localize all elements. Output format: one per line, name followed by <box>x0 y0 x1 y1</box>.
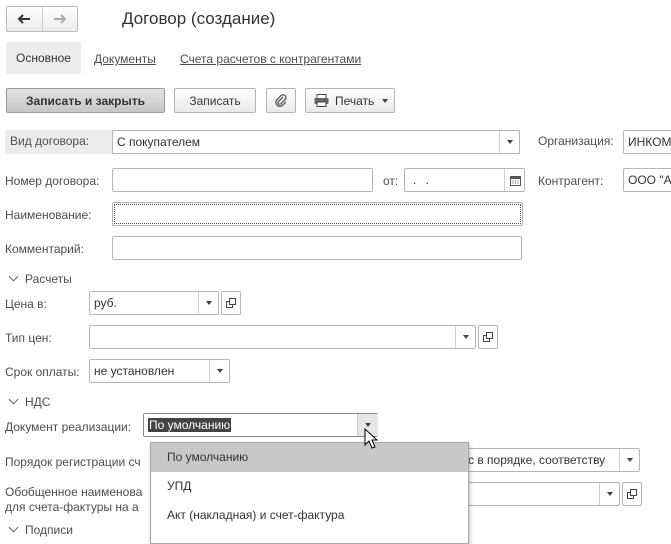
dropdown-option-upd[interactable]: УПД <box>151 472 468 501</box>
payment-term-dropdown-button[interactable] <box>209 360 230 382</box>
forward-button[interactable] <box>41 7 78 31</box>
price-type-dropdown-button[interactable] <box>455 326 476 348</box>
name-input[interactable] <box>112 202 523 226</box>
price-type-select[interactable] <box>89 325 476 349</box>
date-input[interactable]: . . <box>404 168 525 192</box>
open-window-icon <box>226 298 236 308</box>
chevron-down-icon <box>365 423 371 427</box>
chevron-down-icon <box>607 492 613 496</box>
contract-number-label: Номер договора: <box>5 174 100 188</box>
chevron-down-icon <box>382 98 389 103</box>
date-value: . . <box>413 173 433 187</box>
chevron-down-icon <box>206 301 212 305</box>
dropdown-option-act-invoice[interactable]: Акт (накладная) и счет-фактура <box>151 501 468 530</box>
chevron-down-icon <box>507 140 513 144</box>
price-currency-dropdown-button[interactable] <box>198 292 219 314</box>
date-label: от: <box>383 174 399 188</box>
attach-button[interactable] <box>266 88 296 113</box>
paperclip-icon <box>275 93 287 107</box>
chevron-down-icon <box>627 458 633 462</box>
tab-main[interactable]: Основное <box>6 42 81 74</box>
arrow-left-icon <box>17 14 31 24</box>
settlements-section-title: Расчеты <box>25 272 72 286</box>
registration-order-value: с в порядке, соответству <box>468 453 606 467</box>
contract-type-label: Вид договора: <box>10 134 90 148</box>
counterparty-value: ООО "А <box>628 173 671 187</box>
registration-order-label: Порядок регистрации сч <box>5 455 141 469</box>
sales-document-label: Документ реализации: <box>5 420 132 434</box>
tab-settlement-accounts[interactable]: Счета расчетов с контрагентами <box>180 52 361 66</box>
calendar-icon <box>509 175 521 186</box>
chevron-down-icon <box>8 394 19 405</box>
organization-label: Организация: <box>538 134 614 148</box>
focus-outline <box>114 204 521 224</box>
registration-order-select[interactable]: с в порядке, соответству <box>440 448 640 472</box>
generic-name-open-button[interactable] <box>622 482 642 506</box>
payment-term-value: не установлен <box>94 364 175 378</box>
organization-value: ИНКОМ <box>628 135 671 149</box>
history-nav <box>6 6 78 32</box>
contract-type-dropdown-button[interactable] <box>499 131 520 153</box>
settlements-section-header[interactable]: Расчеты <box>8 271 72 286</box>
contract-type-select[interactable]: С покупателем <box>112 130 520 154</box>
price-type-open-button[interactable] <box>478 325 498 349</box>
tab-documents[interactable]: Документы <box>94 52 156 66</box>
contract-type-value: С покупателем <box>117 135 201 149</box>
payment-term-select[interactable]: не установлен <box>89 359 230 383</box>
open-window-icon <box>627 489 637 499</box>
printer-icon <box>314 94 329 107</box>
price-currency-open-button[interactable] <box>221 291 241 315</box>
payment-term-label: Срок оплаты: <box>5 365 80 379</box>
chevron-down-icon <box>8 271 19 282</box>
generic-name-label-line1: Обобщенное наименова <box>5 485 143 499</box>
save-and-close-button[interactable]: Записать и закрыть <box>6 88 165 113</box>
calendar-button[interactable] <box>504 169 525 191</box>
registration-order-dropdown-button[interactable] <box>619 449 640 471</box>
chevron-down-icon <box>463 335 469 339</box>
signatures-section-title: Подписи <box>25 523 73 537</box>
generic-name-label-line2: для счета-фактуры на а <box>5 500 139 514</box>
back-button[interactable] <box>7 7 42 31</box>
price-in-label: Цена в: <box>5 297 47 311</box>
comment-label: Комментарий: <box>5 242 84 256</box>
organization-field[interactable]: ИНКОМ <box>623 130 671 154</box>
name-label: Наименование: <box>5 208 92 222</box>
price-currency-value: руб. <box>94 296 117 310</box>
sales-document-select[interactable]: По умолчанию <box>143 413 378 437</box>
signatures-section-header[interactable]: Подписи <box>8 522 73 537</box>
page-title: Договор (создание) <box>122 9 276 28</box>
sales-document-value: По умолчанию <box>148 418 232 432</box>
dropdown-option-default[interactable]: По умолчанию <box>151 443 468 472</box>
counterparty-field[interactable]: ООО "А <box>623 168 671 192</box>
mouse-cursor-icon <box>364 428 378 449</box>
vat-section-header[interactable]: НДС <box>8 394 51 409</box>
price-type-label: Тип цен: <box>5 331 52 345</box>
chevron-down-icon <box>217 369 223 373</box>
arrow-right-icon <box>53 14 67 24</box>
print-label: Печать <box>335 93 375 108</box>
print-button[interactable]: Печать <box>305 88 395 113</box>
generic-name-dropdown-button[interactable] <box>599 483 620 505</box>
comment-input[interactable] <box>112 236 522 260</box>
tab-main-label: Основное <box>16 51 71 65</box>
contract-number-input[interactable] <box>112 168 373 192</box>
save-button[interactable]: Записать <box>174 88 256 113</box>
vat-section-title: НДС <box>25 395 51 409</box>
counterparty-label: Контрагент: <box>538 174 604 188</box>
sales-document-dropdown-list: По умолчанию УПД Акт (накладная) и счет-… <box>150 442 469 544</box>
price-currency-select[interactable]: руб. <box>89 291 219 315</box>
open-window-icon <box>483 332 493 342</box>
